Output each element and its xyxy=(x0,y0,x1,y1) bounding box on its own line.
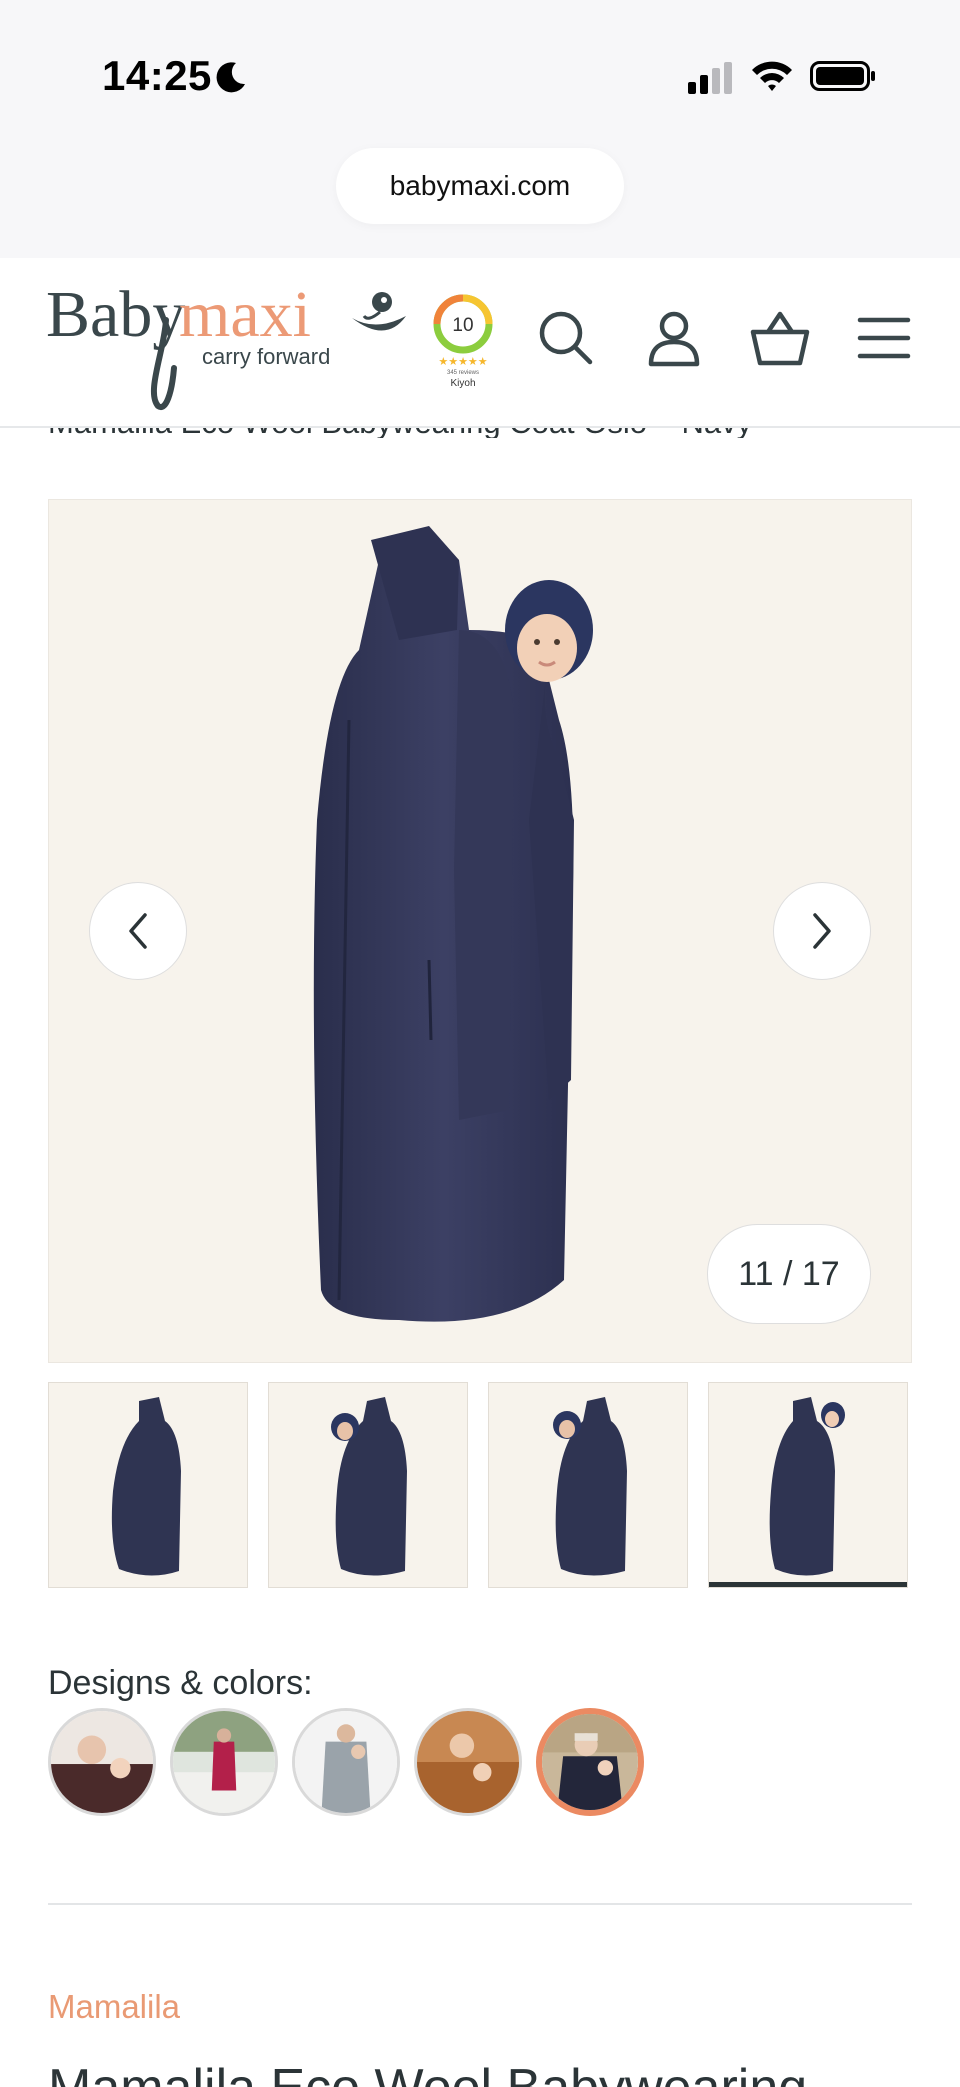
swatch-image-5 xyxy=(542,1714,638,1810)
moon-icon xyxy=(216,62,245,93)
battery-icon xyxy=(810,61,875,91)
brand-name[interactable]: Mamalila xyxy=(48,1988,180,2026)
thumb-image-coat-with-baby-alt xyxy=(553,1397,627,1576)
chevron-right-icon xyxy=(813,913,831,949)
wifi-icon xyxy=(752,61,792,91)
url-bar[interactable]: babymaxi.com xyxy=(336,148,624,224)
rating-reviews: 345 reviews xyxy=(447,370,479,376)
gallery-next-button[interactable] xyxy=(773,882,871,980)
product-title: Mamalila Eco Wool Babywearing xyxy=(48,2058,807,2087)
swatch-image-3 xyxy=(295,1711,397,1813)
swatch-design-2[interactable] xyxy=(170,1708,278,1816)
chevron-left-icon xyxy=(129,913,147,949)
menu-icon[interactable] xyxy=(854,308,914,368)
account-icon[interactable] xyxy=(644,308,704,368)
design-swatches xyxy=(48,1708,748,1820)
basket-icon[interactable] xyxy=(750,308,810,368)
gallery-thumbnails xyxy=(48,1382,912,1588)
url-text: babymaxi.com xyxy=(389,170,571,201)
thumb-image-navy-coat-baby xyxy=(769,1397,845,1576)
rating-source: Kiyoh xyxy=(450,378,475,389)
rating-score: 10 xyxy=(452,315,473,336)
kiyoh-rating-badge[interactable]: 10 ★★★★★ 345 reviews Kiyoh xyxy=(430,294,496,394)
thumbnail-2[interactable] xyxy=(268,1382,468,1588)
babymaxi-logo[interactable]: Baby maxi carry forward xyxy=(46,272,416,412)
swatch-image-4 xyxy=(417,1711,519,1813)
product-image-navy-coat xyxy=(313,526,593,1322)
thumb-image-coat-side xyxy=(111,1397,181,1576)
gallery-prev-button[interactable] xyxy=(89,882,187,980)
search-icon[interactable] xyxy=(536,308,596,368)
status-bar: 14:25 xyxy=(0,0,960,150)
status-time: 14:25 xyxy=(102,52,212,99)
swatch-design-4[interactable] xyxy=(414,1708,522,1816)
designs-colors-label: Designs & colors: xyxy=(48,1664,313,1702)
gallery-counter: 11 / 17 xyxy=(707,1224,871,1324)
swatch-image-2 xyxy=(173,1711,275,1813)
bird-icon xyxy=(352,292,406,331)
cellular-signal-icon xyxy=(688,62,732,94)
swatch-design-5-selected[interactable] xyxy=(536,1708,644,1816)
thumbnail-4-active[interactable] xyxy=(708,1382,908,1588)
thumbnail-1[interactable] xyxy=(48,1382,248,1588)
thumb-image-coat-with-baby xyxy=(331,1397,407,1576)
swatch-design-1[interactable] xyxy=(48,1708,156,1816)
swatch-image-1 xyxy=(51,1711,153,1813)
logo-tagline: carry forward xyxy=(202,344,330,369)
section-divider xyxy=(48,1903,912,1905)
site-header: Baby maxi carry forward 10 ★★★★★ 345 rev… xyxy=(0,258,960,428)
thumbnail-3[interactable] xyxy=(488,1382,688,1588)
swatch-design-3[interactable] xyxy=(292,1708,400,1816)
logo-word-accent: maxi xyxy=(179,278,311,351)
rating-stars: ★★★★★ xyxy=(438,355,487,368)
product-image-gallery[interactable]: 11 / 17 xyxy=(48,499,912,1363)
